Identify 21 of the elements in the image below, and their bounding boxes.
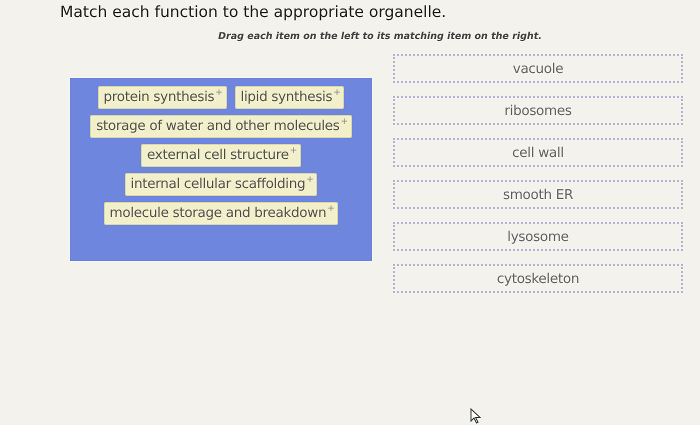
draggable-item[interactable]: molecule storage and breakdown+ [104,202,338,225]
draggable-item[interactable]: internal cellular scaffolding+ [124,173,318,196]
drop-target[interactable]: cytoskeleton [393,264,683,293]
draggable-item[interactable]: external cell structure+ [141,144,301,167]
draggable-item[interactable]: storage of water and other molecules+ [90,115,352,138]
drop-target[interactable]: smooth ER [393,180,683,209]
drag-marker: + [327,205,334,214]
drop-target[interactable]: vacuole [393,54,683,83]
drag-marker: + [215,89,222,98]
draggable-item[interactable]: lipid synthesis+ [234,86,344,109]
cursor-icon [470,408,481,424]
drag-marker: + [290,147,297,156]
drag-marker: + [333,89,340,98]
instructions: Drag each item on the left to its matching item on the right. [217,31,543,42]
drop-target[interactable]: lysosome [393,222,683,251]
question-title: Match each function to the appropriate organelle. [59,2,448,21]
draggable-item[interactable]: protein synthesis+ [98,86,226,109]
drop-target[interactable]: cell wall [393,138,683,167]
drop-target[interactable]: ribosomes [393,96,683,125]
drag-marker: + [306,176,314,185]
drag-marker: + [340,118,348,127]
